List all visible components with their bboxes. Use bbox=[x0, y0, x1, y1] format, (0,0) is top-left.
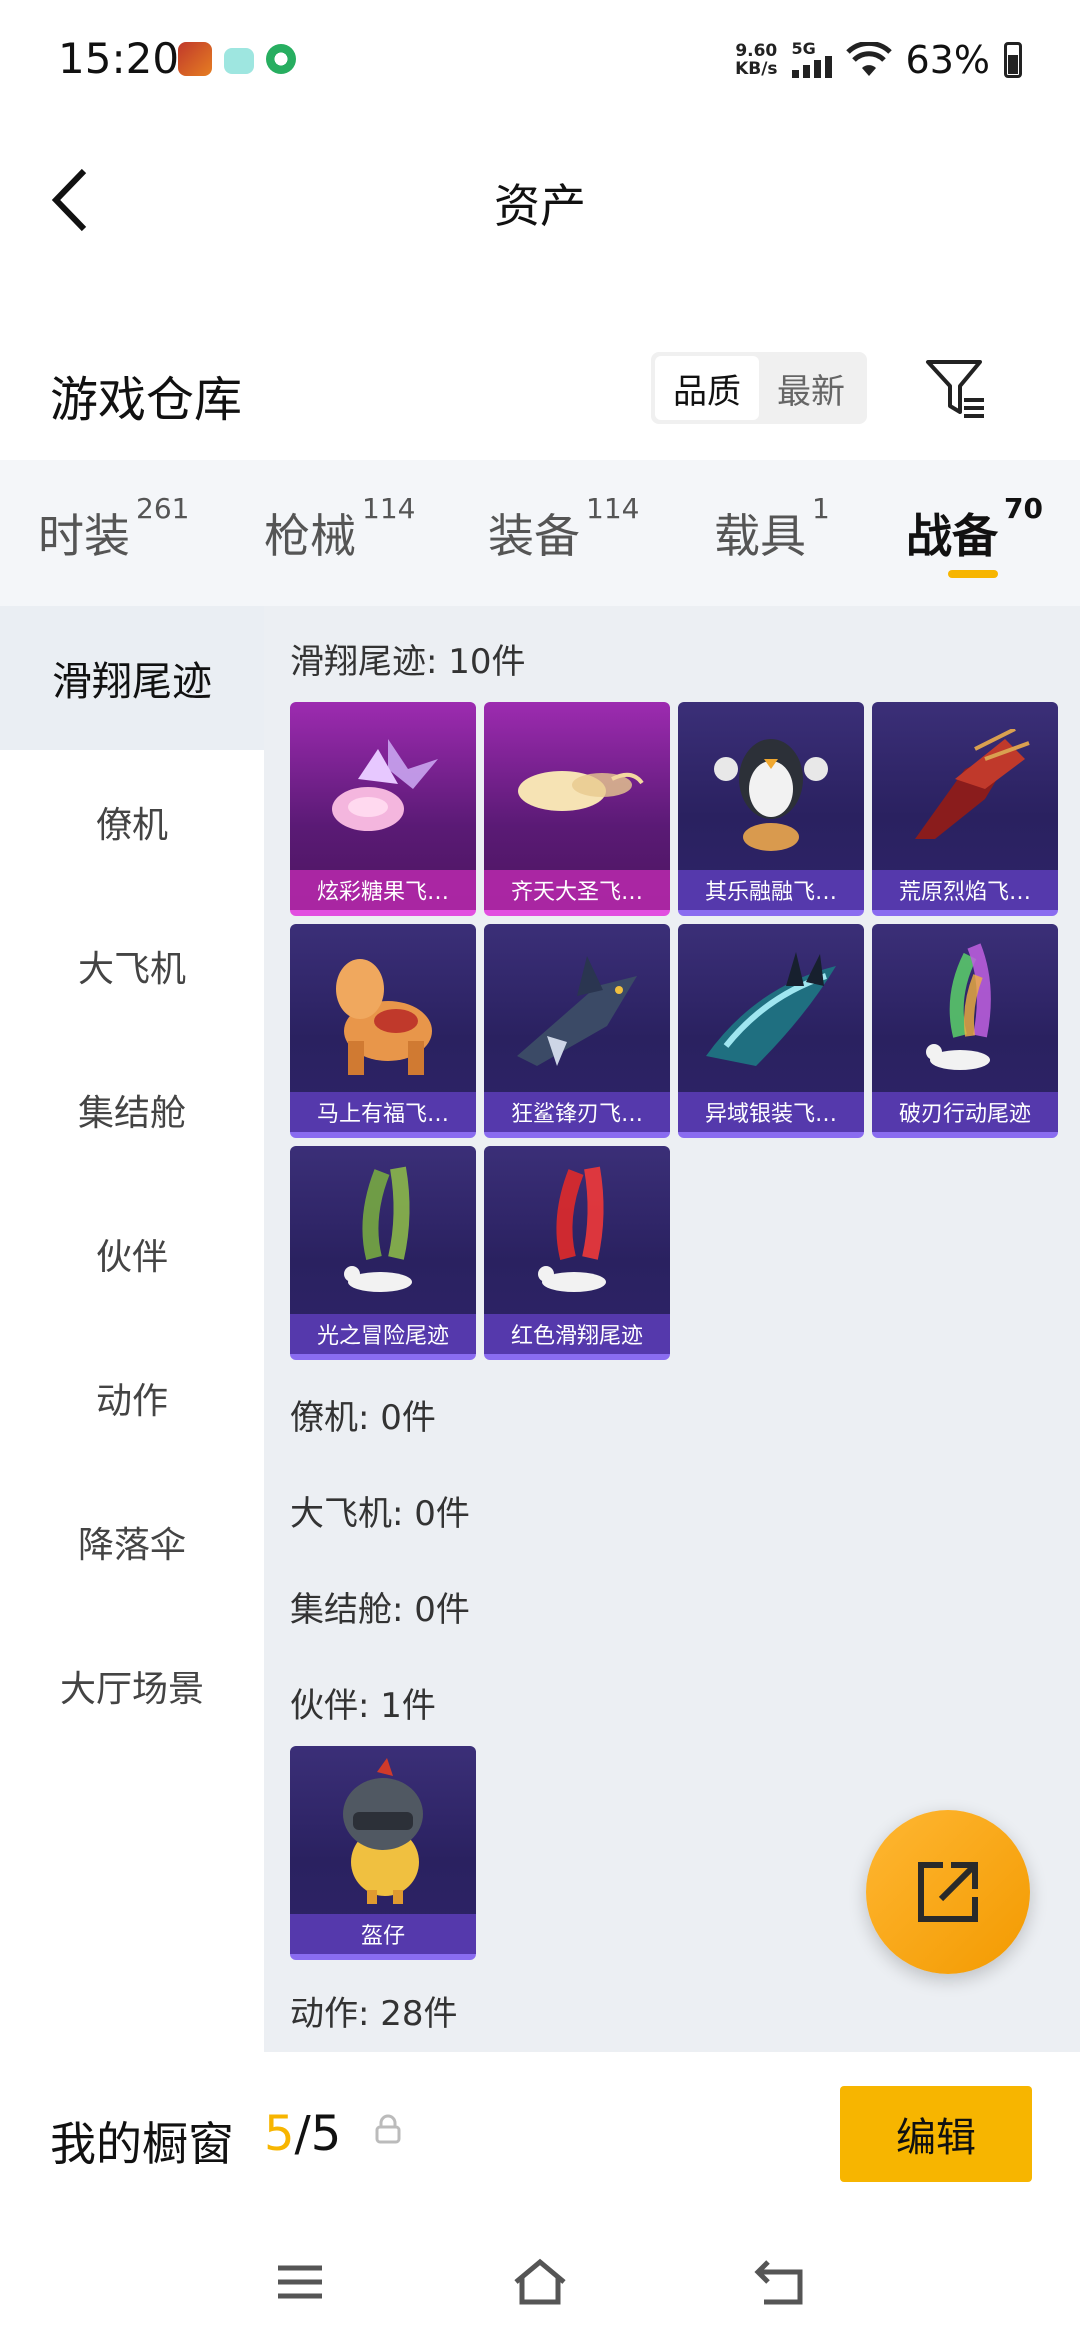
home-nav-button[interactable] bbox=[510, 2252, 570, 2312]
share-icon bbox=[918, 1862, 978, 1922]
edit-button[interactable]: 编辑 bbox=[840, 2086, 1032, 2182]
category-tabs: 时装261 枪械114 装备114 载具1 战备70 bbox=[0, 460, 1080, 606]
item-card[interactable]: 荒原烈焰飞… bbox=[872, 702, 1058, 916]
horse-glider-icon bbox=[290, 924, 476, 1098]
sidebar-item-wingman[interactable]: 僚机 bbox=[0, 750, 264, 894]
item-card[interactable]: 光之冒险尾迹 bbox=[290, 1146, 476, 1360]
sidebar-item-lobby-scene[interactable]: 大厅场景 bbox=[0, 1614, 264, 1758]
sidebar-item-partner[interactable]: 伙伴 bbox=[0, 1182, 264, 1326]
item-name: 其乐融融飞… bbox=[678, 870, 864, 910]
showcase-bar: 我的橱窗 5/5 编辑 bbox=[0, 2052, 1080, 2222]
item-card[interactable]: 齐天大圣飞… bbox=[484, 702, 670, 916]
item-name: 盔仔 bbox=[290, 1914, 476, 1954]
filter-button[interactable] bbox=[924, 356, 988, 420]
sort-newest-button[interactable]: 最新 bbox=[759, 356, 863, 420]
item-name: 异域银装飞… bbox=[678, 1092, 864, 1132]
share-button[interactable] bbox=[866, 1810, 1030, 1974]
flame-glider-icon bbox=[872, 702, 1058, 876]
section-assembly-pod-header: 集结舱: 0件 bbox=[290, 1590, 470, 1630]
circle-app-icon bbox=[266, 44, 296, 74]
back-nav-button[interactable] bbox=[750, 2252, 810, 2312]
game-app-icon bbox=[178, 42, 212, 76]
active-tab-indicator bbox=[948, 570, 998, 578]
sidebar-item-big-plane[interactable]: 大飞机 bbox=[0, 894, 264, 1038]
item-name: 齐天大圣飞… bbox=[484, 870, 670, 910]
section-glide-trail-header: 滑翔尾迹: 10件 bbox=[290, 642, 526, 682]
item-card[interactable]: 异域银装飞… bbox=[678, 924, 864, 1138]
battery-percent: 63% bbox=[905, 38, 990, 82]
item-card[interactable]: 盔仔 bbox=[290, 1746, 476, 1960]
status-bar: 15:20 9.60 KB/s 5G 63% bbox=[0, 0, 1080, 120]
sidebar-item-parachute[interactable]: 降落伞 bbox=[0, 1470, 264, 1614]
item-name: 马上有福飞… bbox=[290, 1092, 476, 1132]
showcase-title: 我的橱窗 bbox=[50, 2117, 234, 2171]
sidebar-item-action[interactable]: 动作 bbox=[0, 1326, 264, 1470]
page-title: 资产 bbox=[494, 179, 586, 233]
cloud-glider-icon bbox=[484, 702, 670, 876]
home-icon bbox=[514, 2258, 566, 2305]
rainbow-smoke-trail-icon bbox=[872, 924, 1058, 1098]
tab-firearms[interactable]: 枪械114 bbox=[264, 492, 415, 566]
item-card[interactable]: 马上有福飞… bbox=[290, 924, 476, 1138]
tab-combat-gear[interactable]: 战备70 bbox=[906, 492, 1043, 566]
return-icon bbox=[754, 2260, 803, 2305]
red-smoke-trail-icon bbox=[484, 1146, 670, 1320]
item-card[interactable]: 狂鲨锋刃飞… bbox=[484, 924, 670, 1138]
network-speed: 9.60 KB/s bbox=[735, 41, 778, 79]
top-app-bar: 资产 bbox=[0, 140, 1080, 260]
warehouse-title: 游戏仓库 bbox=[50, 372, 243, 428]
silver-glider-icon bbox=[678, 924, 864, 1098]
helmet-chick-icon bbox=[290, 1746, 476, 1920]
sort-toggle: 品质 最新 bbox=[651, 352, 867, 424]
tab-vehicles[interactable]: 载具1 bbox=[714, 492, 830, 566]
sidebar-item-assembly-pod[interactable]: 集结舱 bbox=[0, 1038, 264, 1182]
item-name: 破刃行动尾迹 bbox=[872, 1092, 1058, 1132]
item-card[interactable]: 炫彩糖果飞… bbox=[290, 702, 476, 916]
signal-icon: 5G bbox=[791, 41, 832, 78]
section-action-header: 动作: 28件 bbox=[290, 1994, 458, 2034]
wifi-icon bbox=[845, 42, 892, 78]
showcase-count: 5/5 bbox=[264, 2106, 342, 2162]
shark-glider-icon bbox=[484, 924, 670, 1098]
item-card[interactable]: 其乐融融飞… bbox=[678, 702, 864, 916]
warehouse-header: 游戏仓库 品质 最新 bbox=[0, 340, 1080, 440]
item-name: 狂鲨锋刃飞… bbox=[484, 1092, 670, 1132]
subcategory-sidebar: 滑翔尾迹 僚机 大飞机 集结舱 伙伴 动作 降落伞 大厅场景 bbox=[0, 606, 264, 2052]
status-indicators: 9.60 KB/s 5G 63% bbox=[735, 38, 1022, 82]
filter-icon bbox=[926, 360, 984, 418]
item-card[interactable]: 红色滑翔尾迹 bbox=[484, 1146, 670, 1360]
sidebar-filler bbox=[0, 1758, 264, 2052]
section-big-plane-header: 大飞机: 0件 bbox=[290, 1494, 470, 1534]
item-name: 红色滑翔尾迹 bbox=[484, 1314, 670, 1354]
section-partner-header: 伙伴: 1件 bbox=[290, 1686, 436, 1726]
section-wingman-header: 僚机: 0件 bbox=[290, 1398, 436, 1438]
menu-nav-button[interactable] bbox=[270, 2252, 330, 2312]
menu-icon bbox=[278, 2265, 322, 2299]
sidebar-item-glide-trail[interactable]: 滑翔尾迹 bbox=[0, 606, 264, 750]
sort-quality-button[interactable]: 品质 bbox=[655, 356, 759, 420]
message-app-icon bbox=[224, 48, 254, 74]
item-card[interactable]: 破刃行动尾迹 bbox=[872, 924, 1058, 1138]
status-app-icons bbox=[178, 42, 296, 76]
tab-fashion[interactable]: 时装261 bbox=[38, 492, 189, 566]
candy-glider-icon bbox=[290, 702, 476, 876]
green-smoke-trail-icon bbox=[290, 1146, 476, 1320]
item-name: 荒原烈焰飞… bbox=[872, 870, 1058, 910]
battery-icon bbox=[1004, 42, 1022, 78]
tab-equipment[interactable]: 装备114 bbox=[488, 492, 639, 566]
lock-icon bbox=[374, 2114, 402, 2148]
penguin-glider-icon bbox=[678, 702, 864, 876]
item-name: 光之冒险尾迹 bbox=[290, 1314, 476, 1354]
item-name: 炫彩糖果飞… bbox=[290, 870, 476, 910]
system-nav-bar bbox=[0, 2222, 1080, 2344]
status-time: 15:20 bbox=[58, 34, 180, 83]
